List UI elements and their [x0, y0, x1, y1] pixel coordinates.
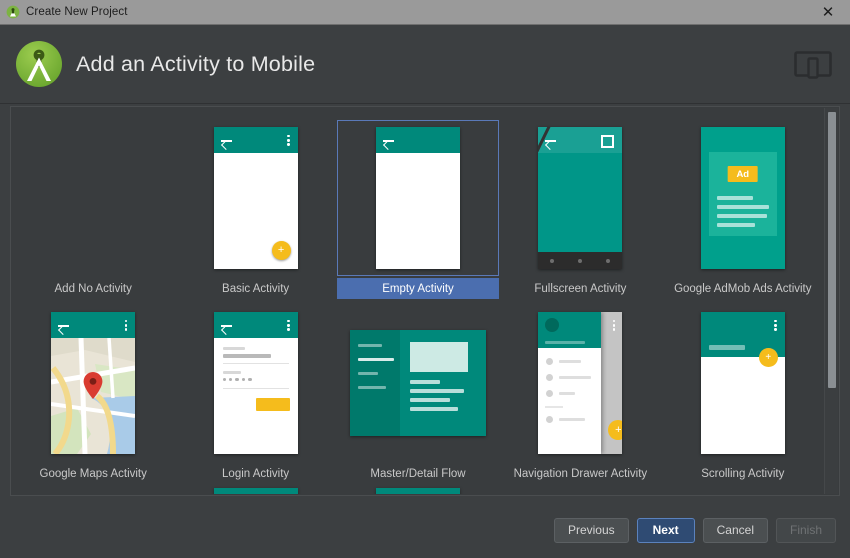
activity-label: Empty Activity [337, 278, 499, 299]
activity-card-scrolling-activity[interactable]: + Scrolling Activity [662, 299, 824, 484]
overflow-menu-icon [125, 320, 127, 331]
phone-preview [538, 127, 622, 269]
window-titlebar: Create New Project ✕ [0, 0, 850, 25]
gallery-scroll-viewport[interactable]: Add No Activity + Basic Activity [12, 108, 824, 494]
next-button[interactable]: Next [637, 518, 695, 543]
activity-card-empty-activity[interactable]: Empty Activity [337, 114, 499, 299]
activity-card-add-no-activity[interactable]: Add No Activity [12, 114, 174, 299]
activity-label: Add No Activity [12, 278, 174, 299]
navdrawer-preview: + [538, 312, 622, 454]
activity-label: Scrolling Activity [662, 463, 824, 484]
activity-label: Basic Activity [174, 278, 336, 299]
activity-card-partial[interactable] [499, 484, 661, 494]
tablet-preview [350, 330, 486, 436]
phone-preview: + [538, 312, 622, 454]
activity-gallery-panel: Add No Activity + Basic Activity [10, 106, 840, 496]
window-title: Create New Project [26, 6, 806, 18]
android-studio-logo [14, 39, 64, 89]
floating-action-button-icon: + [608, 420, 622, 440]
avatar [545, 318, 559, 332]
page-title: Add an Activity to Mobile [76, 52, 794, 77]
thumbnail-basic: + [174, 120, 336, 276]
close-icon[interactable]: ✕ [806, 0, 850, 24]
activity-card-partial[interactable] [337, 484, 499, 494]
thumbnail-fullscreen [499, 120, 661, 276]
activity-card-master-detail-flow[interactable]: Master/Detail Flow [337, 299, 499, 484]
activity-card-partial[interactable] [662, 484, 824, 494]
android-studio-icon [6, 5, 20, 19]
activity-card-basic-activity[interactable]: + Basic Activity [174, 114, 336, 299]
overflow-menu-icon [287, 320, 289, 331]
phone-preview [214, 312, 298, 454]
expand-icon [601, 135, 614, 148]
floating-action-button-icon: + [272, 241, 291, 260]
finish-button: Finish [776, 518, 836, 543]
map-preview [51, 338, 135, 454]
floating-action-button-icon: + [759, 348, 778, 367]
admob-preview: Ad [701, 127, 785, 269]
activity-card-google-admob-ads-activity[interactable]: Ad Google AdMob Ads Activity [662, 114, 824, 299]
app-bar [214, 312, 298, 338]
activity-grid: Add No Activity + Basic Activity [12, 108, 824, 484]
dialog-footer: Previous Next Cancel Finish [0, 502, 850, 558]
tablet-device-icon[interactable] [794, 49, 832, 79]
activity-card-partial[interactable] [174, 484, 336, 494]
phone-preview: + [214, 127, 298, 269]
back-arrow-icon [58, 321, 69, 330]
overflow-menu-icon [774, 320, 776, 331]
back-arrow-icon [221, 321, 232, 330]
create-new-project-dialog: Create New Project ✕ Add an Activity to … [0, 0, 850, 558]
activity-card-partial[interactable] [12, 484, 174, 494]
phone-preview: Ad [701, 127, 785, 269]
thumbnail-scrolling: + [662, 305, 824, 461]
sign-in-button-preview [256, 398, 290, 411]
phone-preview: + [701, 312, 785, 454]
ad-badge: Ad [727, 166, 758, 182]
fullscreen-preview [538, 127, 622, 269]
phone-preview [51, 312, 135, 454]
thumbnail-none [12, 120, 174, 276]
thumbnail-masterdetail [337, 305, 499, 461]
scrollbar-thumb[interactable] [828, 112, 836, 388]
overflow-menu-icon [287, 135, 289, 146]
login-form-preview [214, 338, 298, 454]
activity-label: Google AdMob Ads Activity [662, 278, 824, 299]
activity-label: Google Maps Activity [12, 463, 174, 484]
cancel-button[interactable]: Cancel [703, 518, 768, 543]
previous-button[interactable]: Previous [554, 518, 629, 543]
scrolling-preview: + [701, 312, 785, 454]
activity-label: Login Activity [174, 463, 336, 484]
activity-grid-row-partial [12, 484, 824, 494]
activity-label: Master/Detail Flow [337, 463, 499, 484]
activity-label: Fullscreen Activity [499, 278, 661, 299]
thumbnail-login [174, 305, 336, 461]
back-arrow-icon [383, 136, 394, 145]
gallery-scrollbar[interactable] [824, 108, 838, 494]
masterdetail-preview [350, 330, 486, 436]
app-bar [214, 127, 298, 153]
activity-card-navigation-drawer-activity[interactable]: + [499, 299, 661, 484]
phone-preview [214, 488, 298, 494]
activity-card-google-maps-activity[interactable]: Google Maps Activity [12, 299, 174, 484]
phone-preview [376, 127, 460, 269]
activity-card-login-activity[interactable]: Login Activity [174, 299, 336, 484]
app-bar [376, 127, 460, 153]
overflow-menu-icon [613, 320, 615, 331]
app-bar [51, 312, 135, 338]
thumbnail-navdrawer: + [499, 305, 661, 461]
activity-label: Navigation Drawer Activity [499, 463, 661, 484]
back-arrow-icon [545, 136, 556, 145]
phone-preview [376, 488, 460, 494]
nav-bar [538, 252, 622, 269]
activity-card-fullscreen-activity[interactable]: Fullscreen Activity [499, 114, 661, 299]
thumbnail-empty [337, 120, 499, 276]
dialog-header: Add an Activity to Mobile [0, 25, 850, 104]
back-arrow-icon [221, 136, 232, 145]
thumbnail-admob: Ad [662, 120, 824, 276]
thumbnail-maps [12, 305, 174, 461]
